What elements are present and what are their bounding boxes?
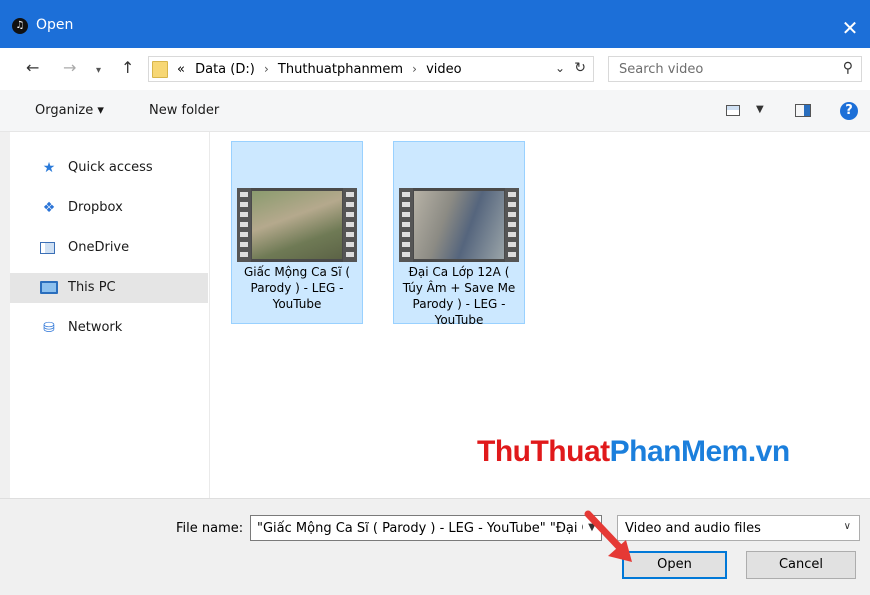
sidebar-item-label: Quick access (68, 160, 153, 175)
address-bar[interactable]: « Data (D:) › Thuthuatphanmem › video ⌄ … (148, 56, 594, 82)
watermark: ThuThuatPhanMem.vn (477, 435, 790, 468)
sidebar-item-quick-access[interactable]: ★ Quick access (10, 153, 208, 183)
star-icon: ★ (42, 160, 56, 176)
title-bar: ♫ Open ✕ (0, 0, 870, 48)
breadcrumb-item-video[interactable]: video (426, 62, 462, 77)
chevron-right-icon[interactable]: › (412, 62, 417, 76)
chevron-down-icon[interactable]: ▼ (756, 104, 764, 115)
sidebar-item-onedrive[interactable]: OneDrive (10, 233, 208, 263)
chevron-down-icon: ∨ (843, 521, 851, 532)
breadcrumb-item-data-drive[interactable]: Data (D:) (195, 62, 255, 77)
file-name-label: Đại Ca Lớp 12A ( Túy Âm + Save Me Parody… (402, 265, 516, 327)
file-name-label: Giấc Mộng Ca Sĩ ( Parody ) - LEG - YouTu… (243, 265, 351, 311)
film-strip-icon (343, 188, 357, 262)
sidebar-item-label: Network (68, 320, 123, 335)
recent-locations-chevron-icon[interactable]: ▾ (96, 61, 101, 81)
onedrive-icon (40, 242, 55, 254)
annotation-arrow-icon (584, 510, 632, 562)
folder-icon (152, 61, 168, 78)
thumbnail-image (252, 191, 342, 259)
up-arrow-icon[interactable]: ↑ (121, 58, 134, 78)
file-name-label: File name: (176, 521, 244, 536)
sidebar-item-label: OneDrive (68, 240, 130, 255)
search-box[interactable]: ⚲ (608, 56, 862, 82)
film-strip-icon (399, 188, 413, 262)
navigation-bar: ← → ▾ ↑ « Data (D:) › Thuthuatphanmem › … (0, 48, 870, 90)
file-type-value: Video and audio files (625, 521, 761, 536)
breadcrumb: « Data (D:) › Thuthuatphanmem › video (177, 62, 462, 77)
command-bar: Organize ▾ New folder ▼ ? (0, 90, 870, 132)
video-thumbnail (237, 188, 357, 262)
sidebar-item-network[interactable]: ⛁ Network (10, 313, 208, 343)
new-folder-button[interactable]: New folder (149, 103, 219, 118)
organize-button[interactable]: Organize ▾ (35, 103, 104, 118)
file-name-value: "Giấc Mộng Ca Sĩ ( Parody ) - LEG - YouT… (257, 521, 601, 536)
file-name-input[interactable]: "Giấc Mộng Ca Sĩ ( Parody ) - LEG - YouT… (250, 515, 602, 541)
breadcrumb-item-thuthuatphanmem[interactable]: Thuthuatphanmem (278, 62, 403, 77)
file-item[interactable]: Đại Ca Lớp 12A ( Túy Âm + Save Me Parody… (393, 141, 525, 327)
film-strip-icon (505, 188, 519, 262)
preview-pane-icon[interactable] (795, 104, 811, 117)
file-type-select[interactable]: Video and audio files ∨ (617, 515, 860, 541)
back-arrow-icon[interactable]: ← (26, 58, 39, 78)
sidebar-item-label: This PC (68, 280, 116, 295)
file-name-panel: File name: "Giấc Mộng Ca Sĩ ( Parody ) -… (0, 498, 870, 595)
chevron-right-icon[interactable]: › (264, 62, 269, 76)
thumbnail-image (414, 191, 504, 259)
chevron-down-icon[interactable]: ⌄ (555, 61, 565, 75)
sidebar-item-dropbox[interactable]: ❖ Dropbox (10, 193, 208, 223)
search-icon[interactable]: ⚲ (843, 60, 853, 76)
window-title: Open (36, 17, 74, 33)
this-pc-icon (40, 281, 58, 294)
forward-arrow-icon[interactable]: → (63, 58, 76, 78)
video-thumbnail (399, 188, 519, 262)
help-icon[interactable]: ? (840, 102, 858, 120)
navigation-pane: ★ Quick access ❖ Dropbox OneDrive This P… (10, 132, 210, 498)
sidebar-item-this-pc[interactable]: This PC (10, 273, 208, 303)
dropbox-icon: ❖ (42, 200, 56, 216)
network-icon: ⛁ (43, 320, 55, 336)
change-view-icon[interactable] (726, 105, 740, 116)
close-button[interactable]: ✕ (830, 10, 870, 46)
breadcrumb-overflow[interactable]: « (177, 62, 185, 77)
film-strip-icon (237, 188, 251, 262)
refresh-icon[interactable]: ↻ (574, 60, 586, 76)
window-edge (0, 132, 10, 498)
music-note-icon: ♫ (12, 18, 28, 34)
search-input[interactable] (619, 60, 819, 78)
sidebar-item-label: Dropbox (68, 200, 123, 215)
cancel-button[interactable]: Cancel (746, 551, 856, 579)
file-item[interactable]: Giấc Mộng Ca Sĩ ( Parody ) - LEG - YouTu… (231, 141, 363, 324)
